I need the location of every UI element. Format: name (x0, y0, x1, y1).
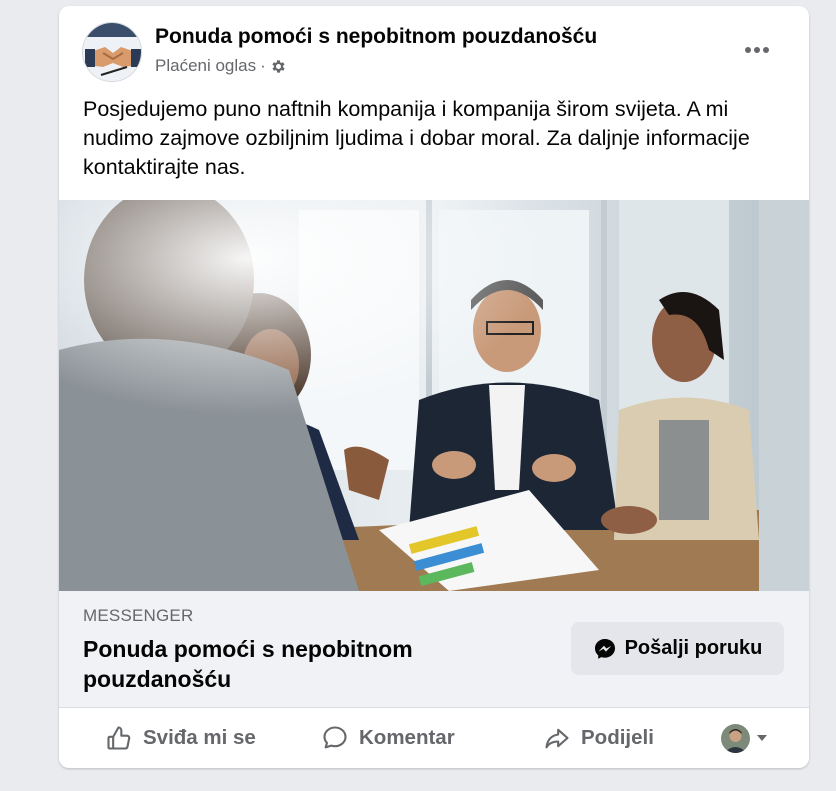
link-domain: MESSENGER (83, 606, 194, 625)
sponsored-label[interactable]: Plaćeni oglas (155, 56, 256, 76)
sponsored-post-card: Ponuda pomoći s nepobitnom pouzdanošću P… (59, 6, 809, 768)
like-button[interactable]: Sviđa mi se (105, 708, 256, 768)
share-label: Podijeli (581, 726, 654, 749)
ad-image[interactable] (59, 200, 809, 591)
like-label: Sviđa mi se (143, 726, 256, 749)
caret-down-icon (756, 734, 768, 742)
thumbs-up-icon (105, 724, 133, 752)
page-avatar[interactable] (82, 22, 142, 82)
post-body-text: Posjedujemo puno naftnih kompanija i kom… (83, 97, 750, 179)
gear-icon[interactable] (270, 58, 287, 75)
post-meta: Plaćeni oglas · (155, 56, 287, 76)
post-header: Ponuda pomoći s nepobitnom pouzdanošću P… (59, 6, 809, 88)
send-message-button[interactable]: Pošalji poruku (571, 622, 784, 675)
page-name[interactable]: Ponuda pomoći s nepobitnom pouzdanošću (155, 25, 597, 49)
comment-label: Komentar (359, 726, 455, 749)
share-icon (543, 724, 571, 752)
meta-separator: · (260, 56, 266, 75)
comment-icon (321, 724, 349, 752)
more-horizontal-icon (744, 46, 770, 54)
reaction-profile-selector[interactable] (721, 708, 768, 768)
send-message-label: Pošalji poruku (624, 637, 763, 659)
user-avatar (721, 723, 750, 753)
comment-button[interactable]: Komentar (321, 708, 455, 768)
messenger-icon (593, 637, 617, 661)
post-actions-bar: Sviđa mi se Komentar Podijeli (59, 707, 809, 768)
share-button[interactable]: Podijeli (543, 708, 654, 768)
link-title[interactable]: Ponuda pomoći s nepobitnom pouzdanošću (83, 634, 503, 694)
more-options-button[interactable] (739, 36, 775, 64)
link-preview[interactable]: MESSENGER Ponuda pomoći s nepobitnom pou… (59, 591, 809, 707)
